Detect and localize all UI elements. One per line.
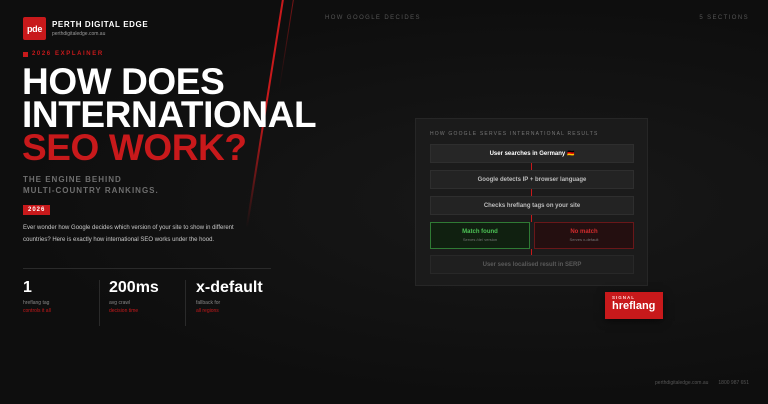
brand-text: PERTH DIGITAL EDGE perthdigitaledge.com.… bbox=[52, 20, 148, 37]
stat-note: all regions bbox=[196, 308, 219, 314]
sections-count: 5 SECTIONS bbox=[699, 15, 749, 21]
flow-panel: HOW GOOGLE SERVES INTERNATIONAL RESULTS … bbox=[415, 118, 648, 286]
stat-separator bbox=[99, 280, 100, 326]
flow-step-detect: Google detects IP + browser language bbox=[430, 170, 634, 189]
match-subtitle: Serves /de/ version bbox=[462, 237, 498, 242]
signal-value: hreflang bbox=[612, 300, 656, 312]
stat-label: avg crawl bbox=[109, 300, 131, 306]
brand-logo: pde bbox=[23, 17, 46, 40]
flow-branch-match: Match found Serves /de/ version bbox=[430, 222, 530, 249]
divider bbox=[23, 268, 271, 269]
brand-name: PERTH DIGITAL EDGE bbox=[52, 20, 149, 29]
flow-connector bbox=[531, 215, 532, 222]
stat-label: hreflang tag bbox=[23, 300, 50, 306]
flow-branch-nomatch: No match Serves x-default bbox=[534, 222, 634, 249]
stat-crawl: 200ms avg crawl decision time bbox=[109, 279, 159, 314]
stat-note: controls it all bbox=[23, 308, 51, 314]
top-center-label: HOW GOOGLE DECIDES bbox=[325, 15, 421, 21]
nomatch-subtitle: Serves x-default bbox=[569, 237, 599, 242]
description: Ever wonder how Google decides which ver… bbox=[23, 225, 234, 243]
flow-step-search: User searches in Germany 🇩🇪 bbox=[430, 144, 634, 163]
flow-connector bbox=[531, 163, 532, 170]
eyebrow: 2026 EXPLAINER bbox=[23, 51, 104, 57]
stat-note: decision time bbox=[109, 308, 139, 314]
flow-title: HOW GOOGLE SERVES INTERNATIONAL RESULTS bbox=[430, 131, 599, 137]
stat-value: 200ms bbox=[109, 279, 159, 296]
subheading-line-2: MULTI-COUNTRY RANKINGS. bbox=[23, 186, 159, 195]
footer-phone[interactable]: 1800 987 651 bbox=[718, 380, 749, 386]
stat-xdefault: x-default fallback for all regions bbox=[196, 279, 266, 314]
stat-separator bbox=[185, 280, 186, 326]
stat-value: 1 bbox=[23, 279, 32, 296]
subheading: THE ENGINE BEHIND MULTI-COUNTRY RANKINGS… bbox=[23, 174, 159, 196]
stat-value: x-default bbox=[196, 279, 263, 296]
stat-label: fallback for bbox=[196, 300, 221, 306]
flow-step-serp: User sees localised result in SERP bbox=[430, 255, 634, 274]
footer-url[interactable]: perthdigitaledge.com.au bbox=[655, 380, 708, 386]
eyebrow-label: 2026 EXPLAINER bbox=[32, 51, 104, 57]
title-line-3: SEO WORK? bbox=[22, 127, 247, 168]
brand-url: perthdigitaledge.com.au bbox=[52, 31, 106, 37]
brand[interactable]: pde PERTH DIGITAL EDGE perthdigitaledge.… bbox=[23, 17, 148, 40]
nomatch-title: No match bbox=[570, 229, 598, 235]
flow-step-hreflang: Checks hreflang tags on your site bbox=[430, 196, 634, 215]
subheading-line-1: THE ENGINE BEHIND bbox=[23, 175, 122, 184]
stat-hreflang: 1 hreflang tag controls it all bbox=[23, 279, 51, 314]
year-badge: 2026 bbox=[23, 205, 51, 215]
page-title: HOW DOES INTERNATIONAL SEO WORK? bbox=[22, 63, 317, 168]
flow-connector bbox=[531, 189, 532, 196]
match-title: Match found bbox=[462, 229, 498, 235]
signal-badge: SIGNAL hreflang bbox=[605, 292, 663, 319]
square-icon bbox=[23, 51, 28, 57]
footer: perthdigitaledge.com.au 1800 987 651 bbox=[655, 380, 749, 386]
